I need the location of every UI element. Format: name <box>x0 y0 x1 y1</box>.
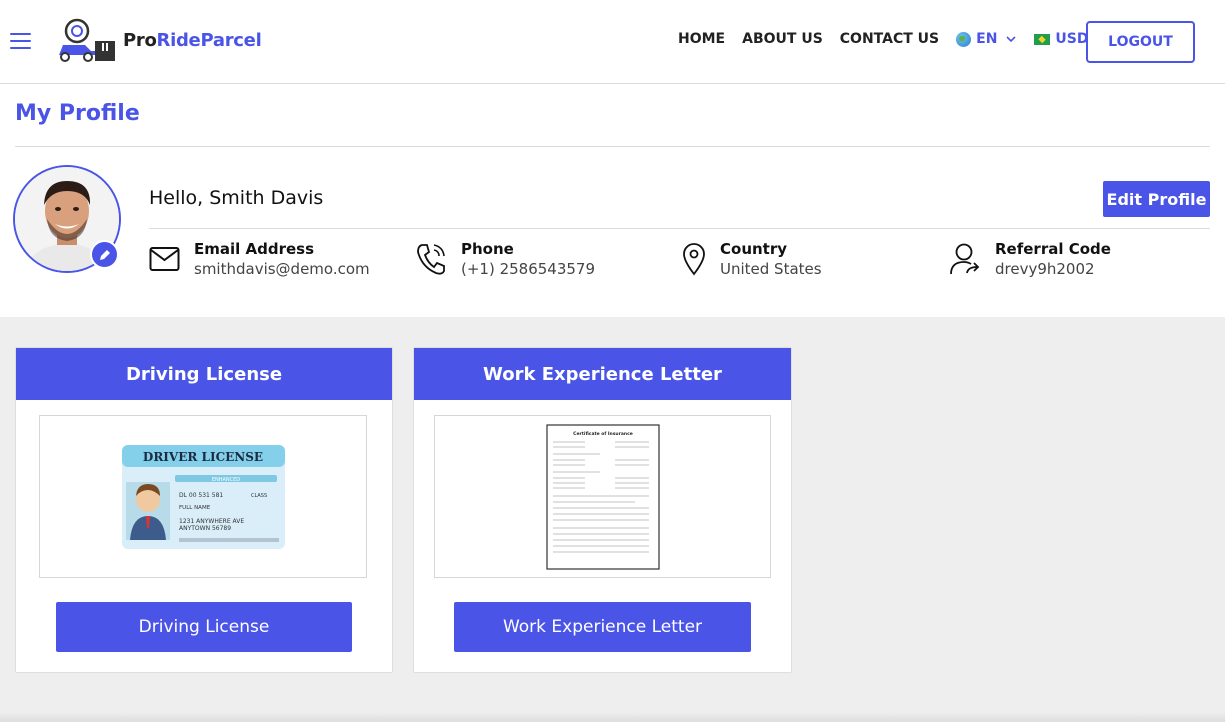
phone-info: Phone (+1) 2586543579 <box>416 240 595 280</box>
globe-flag-icon <box>956 31 972 47</box>
driving-license-card: Driving License DRIVER LICENSE ENHANCED … <box>15 347 393 673</box>
top-header: ProRideParcel HOME ABOUT US CONTACT US E… <box>0 0 1225 84</box>
license-address-1: 1231 ANYWHERE AVE <box>179 518 244 525</box>
license-address-2: ANYTOWN 56789 <box>179 525 231 532</box>
nav-home[interactable]: HOME <box>678 31 725 47</box>
brand-name-rest: RideParcel <box>156 29 262 51</box>
certificate-heading: Certificate of Insurance <box>573 431 633 437</box>
info-divider <box>149 228 1210 229</box>
email-label: Email Address <box>194 240 315 258</box>
user-share-icon <box>950 243 980 275</box>
language-selector[interactable]: EN <box>956 31 1017 47</box>
brand-name: ProRideParcel <box>123 29 262 51</box>
location-pin-icon <box>683 243 705 276</box>
driving-license-button[interactable]: Driving License <box>56 602 352 652</box>
language-value: EN <box>976 31 998 47</box>
brand-name-pro: Pro <box>123 29 157 51</box>
card-title: Driving License <box>16 348 392 400</box>
license-badge: ENHANCED <box>212 477 240 483</box>
edit-profile-button[interactable]: Edit Profile <box>1103 181 1210 217</box>
phone-label: Phone <box>461 240 514 258</box>
work-experience-card: Work Experience Letter Certificate of In… <box>413 347 792 673</box>
phone-value: (+1) 2586543579 <box>461 260 596 278</box>
currency-value: USD <box>1055 31 1089 47</box>
main-nav: HOME ABOUT US CONTACT US EN USD <box>678 31 1125 47</box>
logout-button[interactable]: LOGOUT <box>1086 21 1195 63</box>
email-value: smithdavis@demo.com <box>194 260 370 278</box>
phone-icon <box>417 244 445 275</box>
brand-logo[interactable]: ProRideParcel <box>55 17 262 63</box>
work-experience-button[interactable]: Work Experience Letter <box>454 602 751 652</box>
referral-label: Referral Code <box>995 240 1111 258</box>
currency-flag-icon <box>1034 33 1051 45</box>
hamburger-menu-icon[interactable] <box>10 33 31 49</box>
page-bottom-shade <box>0 712 1225 722</box>
referral-info: Referral Code drevy9h2002 <box>949 240 1111 280</box>
license-number: DL 00 531 581 <box>179 492 223 499</box>
license-class: CLASS <box>251 493 267 499</box>
nav-about-us[interactable]: ABOUT US <box>742 31 823 47</box>
license-name: FULL NAME <box>179 505 211 511</box>
country-value: United States <box>720 260 822 278</box>
work-experience-image[interactable]: Certificate of Insurance <box>434 415 771 578</box>
country-label: Country <box>720 240 788 258</box>
title-divider <box>15 146 1210 147</box>
email-info: Email Address smithdavis@demo.com <box>149 240 370 280</box>
envelope-icon <box>149 247 180 271</box>
card-title: Work Experience Letter <box>414 348 791 400</box>
nav-contact-us[interactable]: CONTACT US <box>840 31 939 47</box>
chevron-down-icon <box>1006 36 1016 43</box>
edit-avatar-pencil-icon[interactable] <box>90 240 119 269</box>
country-info: Country United States <box>682 240 822 280</box>
page-title: My Profile <box>15 101 140 126</box>
referral-value: drevy9h2002 <box>995 260 1095 278</box>
greeting: Hello, Smith Davis <box>149 187 324 209</box>
delivery-truck-logo-icon <box>55 17 117 63</box>
driving-license-image[interactable]: DRIVER LICENSE ENHANCED DL 00 531 581 CL… <box>39 415 367 578</box>
license-heading: DRIVER LICENSE <box>143 450 263 464</box>
